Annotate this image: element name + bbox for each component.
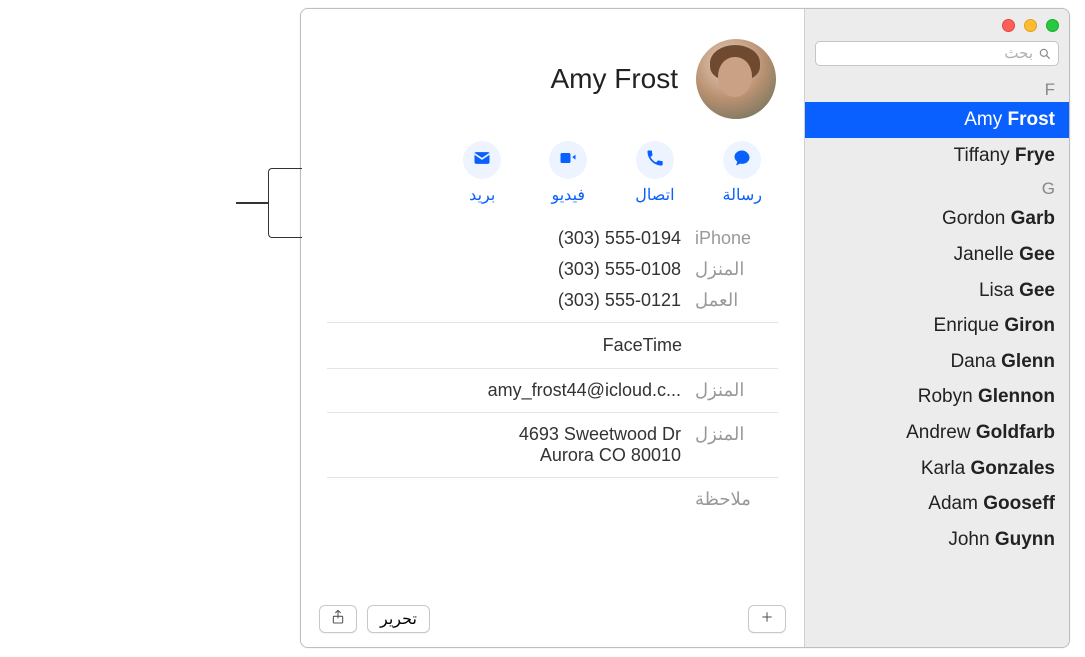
contact-list: FAmy FrostTiffany FryeGGordon GarbJanell… [805,74,1069,558]
search-field[interactable] [815,41,1059,66]
action-row: رسالة اتصال فيديو بريد [301,131,804,223]
list-item[interactable]: Lisa Gee [805,273,1069,309]
email-label: المنزل [695,380,780,401]
divider [327,368,778,369]
divider [327,477,778,478]
list-item[interactable]: John Guynn [805,522,1069,558]
list-item[interactable]: Robyn Glennon [805,379,1069,415]
mail-button[interactable]: بريد [463,141,501,205]
phone-value: (303) 555-0121 [325,290,681,311]
avatar[interactable] [696,39,776,119]
call-button[interactable]: اتصال [635,141,674,205]
list-item[interactable]: Adam Gooseff [805,486,1069,522]
list-item[interactable]: Dana Glenn [805,344,1069,380]
phone-value: (303) 555-0108 [325,259,681,280]
search-wrap [805,37,1069,74]
bottom-toolbar: تحرير [301,595,804,647]
phone-value: (303) 555-0194 [325,228,681,249]
phone-icon [645,148,665,173]
section-header: F [805,74,1069,102]
facetime-row[interactable]: FaceTime [317,329,788,362]
phone-row[interactable]: المنزل (303) 555-0108 [317,254,788,285]
list-item[interactable]: Andrew Goldfarb [805,415,1069,451]
list-item[interactable]: Tiffany Frye [805,138,1069,174]
email-value: amy_frost44@icloud.c... [325,380,681,401]
video-icon [558,148,578,173]
mail-icon [472,148,492,173]
list-item[interactable]: Janelle Gee [805,237,1069,273]
phone-row[interactable]: العمل (303) 555-0121 [317,285,788,316]
email-row[interactable]: المنزل amy_frost44@icloud.c... [317,375,788,406]
address-value: 4693 Sweetwood Dr Aurora CO 80010 [325,424,681,466]
divider [327,412,778,413]
contact-detail: Amy Frost رسالة اتصال فيديو بريد iPhone (… [301,9,804,647]
list-item[interactable]: Karla Gonzales [805,451,1069,487]
callout-bracket [268,168,302,238]
list-item[interactable]: Gordon Garb [805,201,1069,237]
contacts-sidebar: FAmy FrostTiffany FryeGGordon GarbJanell… [804,9,1069,647]
edit-button[interactable]: تحرير [367,605,430,633]
list-item[interactable]: Amy Frost [805,102,1069,138]
address-label: المنزل [695,424,780,445]
window-titlebar [805,9,1069,37]
contact-name: Amy Frost [550,63,678,95]
message-icon [732,148,752,173]
phone-label: المنزل [695,259,780,280]
add-button[interactable] [748,605,786,633]
note-row[interactable]: ملاحظة [317,484,788,515]
callout-line [236,202,268,204]
phone-label: العمل [695,290,780,311]
search-icon [1038,47,1052,61]
message-label: رسالة [723,185,762,205]
note-label: ملاحظة [695,489,780,510]
section-header: G [805,173,1069,201]
message-button[interactable]: رسالة [723,141,762,205]
detail-header: Amy Frost [301,9,804,131]
address-line2: Aurora CO 80010 [325,445,681,466]
call-label: اتصال [635,185,674,205]
plus-icon [759,609,775,630]
close-icon[interactable] [1002,19,1015,32]
mail-label: بريد [469,185,495,205]
divider [327,322,778,323]
address-line1: 4693 Sweetwood Dr [325,424,681,445]
minimize-icon[interactable] [1024,19,1037,32]
video-label: فيديو [551,185,585,205]
share-button[interactable] [319,605,357,633]
list-item[interactable]: Enrique Giron [805,308,1069,344]
fullscreen-icon[interactable] [1046,19,1059,32]
phone-label: iPhone [695,228,780,249]
search-input[interactable] [822,45,1033,62]
contacts-window: FAmy FrostTiffany FryeGGordon GarbJanell… [300,8,1070,648]
address-row[interactable]: المنزل 4693 Sweetwood Dr Aurora CO 80010 [317,419,788,471]
phone-row[interactable]: iPhone (303) 555-0194 [317,223,788,254]
fields: iPhone (303) 555-0194 المنزل (303) 555-0108… [301,223,804,515]
video-button[interactable]: فيديو [549,141,587,205]
share-icon [330,609,346,630]
